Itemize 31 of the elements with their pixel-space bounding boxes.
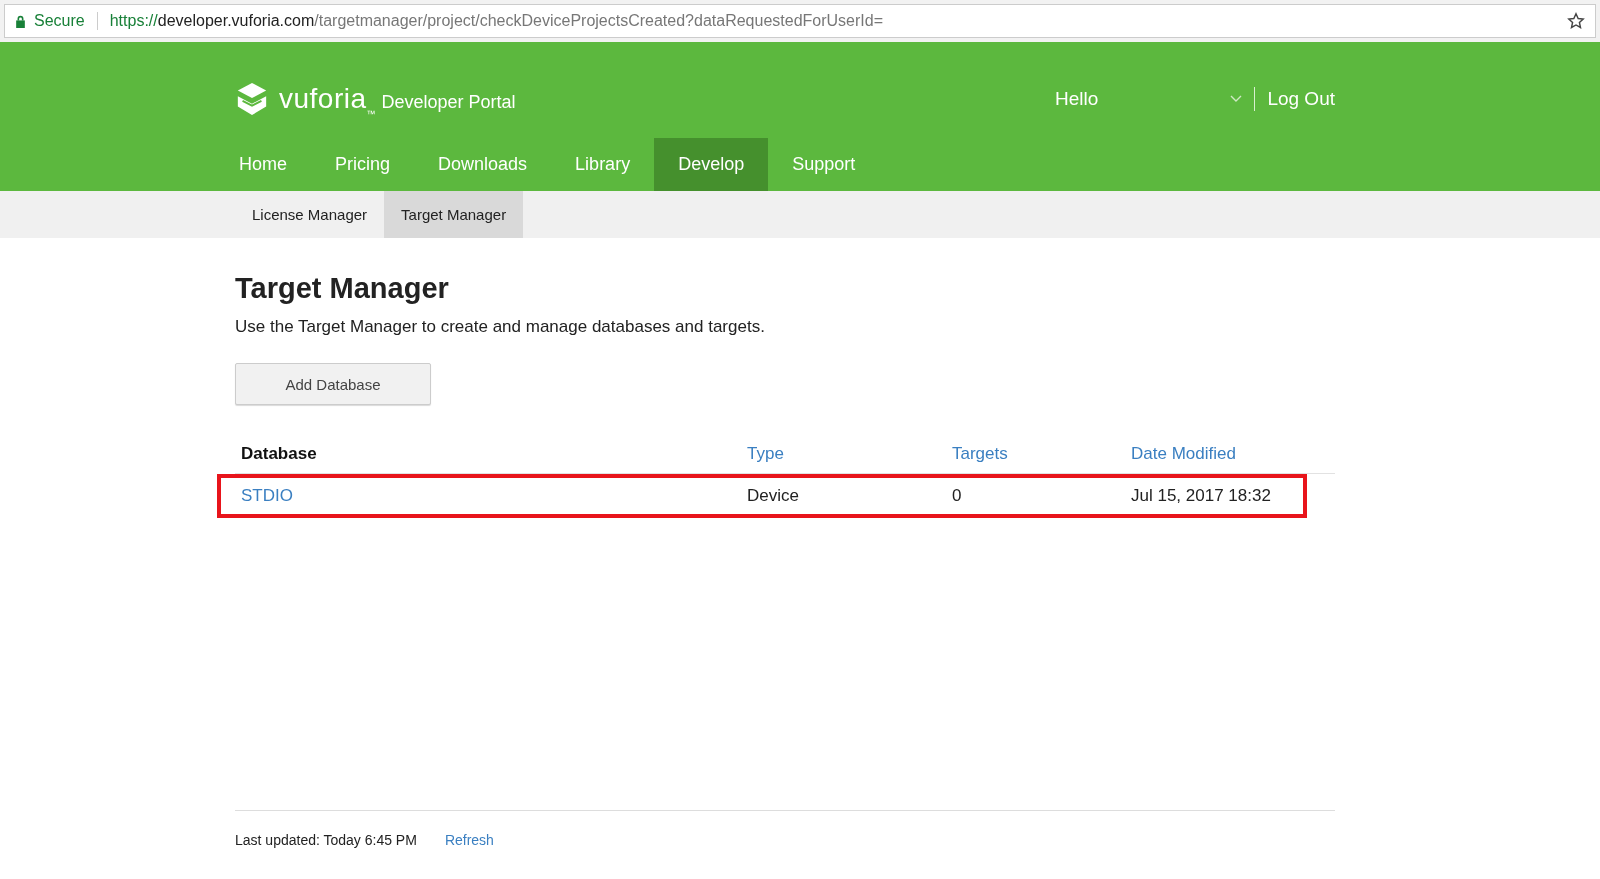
logo-icon bbox=[235, 81, 269, 117]
page-title: Target Manager bbox=[235, 272, 450, 305]
column-sort-link[interactable]: Type bbox=[747, 444, 952, 464]
nav-tab[interactable]: Support bbox=[768, 138, 880, 191]
table-cell-text: Jul 15, 2017 18:32 bbox=[1131, 486, 1272, 506]
nav-tab[interactable]: Develop bbox=[654, 138, 769, 191]
brand-name: vuforia bbox=[279, 83, 367, 115]
subnav-tab[interactable]: License Manager bbox=[235, 191, 385, 238]
page-description: Use the Target Manager to create and manage databases and targets. bbox=[235, 317, 766, 337]
portal-title: Developer Portal bbox=[381, 91, 516, 113]
trademark-mark: ™ bbox=[366, 109, 376, 119]
secure-label: Secure bbox=[34, 12, 85, 30]
subnav-tab[interactable]: Target Manager bbox=[384, 191, 524, 238]
url-text[interactable]: https://developer.vuforia.com/targetmanager/project/checkDeviceProjectsCreated?dataRequestedForUserId= bbox=[109, 12, 1559, 30]
add-database-button[interactable]: Add Database bbox=[235, 363, 431, 405]
star-icon[interactable] bbox=[1567, 12, 1585, 30]
nav-tab[interactable]: Downloads bbox=[414, 138, 552, 191]
column-header: Database bbox=[240, 444, 318, 464]
nav-tab[interactable]: Home bbox=[235, 138, 311, 191]
table-cell-text: 0 bbox=[952, 486, 963, 506]
lock-icon bbox=[15, 14, 26, 28]
refresh-link[interactable]: Refresh bbox=[444, 832, 494, 848]
greeting-text: Hello bbox=[1055, 88, 1099, 110]
column-sort-link[interactable]: Targets bbox=[952, 444, 1131, 464]
nav-tab[interactable]: Pricing bbox=[311, 138, 415, 191]
logout-link[interactable]: Log Out bbox=[1267, 88, 1335, 110]
nav-tab[interactable]: Library bbox=[551, 138, 655, 191]
database-link[interactable]: STDIO bbox=[235, 486, 747, 506]
table-cell-text: Device bbox=[747, 486, 800, 506]
last-updated-text: Last updated: Today 6:45 PM bbox=[235, 832, 417, 848]
column-sort-link[interactable]: Date Modified bbox=[1131, 444, 1321, 464]
